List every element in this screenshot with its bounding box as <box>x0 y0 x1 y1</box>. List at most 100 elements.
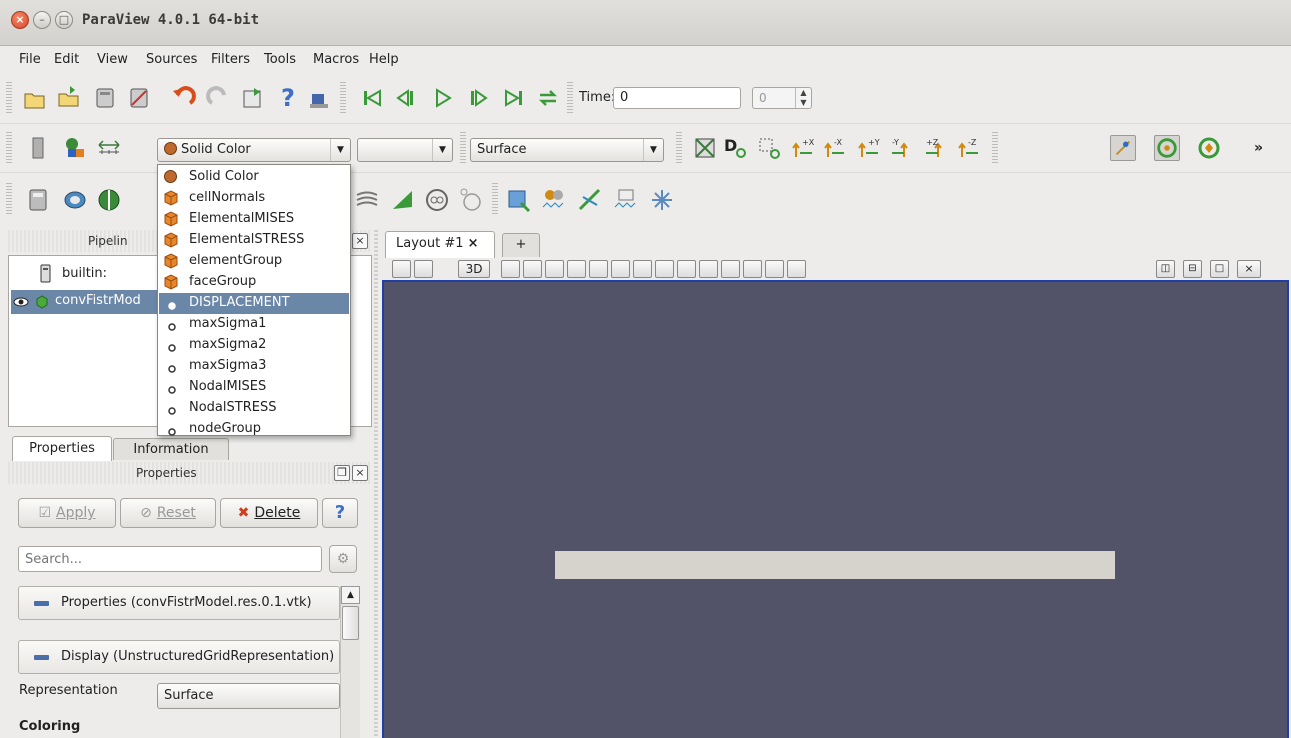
toolbar-handle[interactable] <box>567 82 573 114</box>
redo-icon[interactable] <box>206 85 232 111</box>
menu-filters[interactable]: Filters <box>211 52 250 67</box>
menu-view[interactable]: View <box>97 52 128 67</box>
clip-icon[interactable] <box>96 187 122 213</box>
next-frame-icon[interactable] <box>465 85 491 111</box>
warp-by-vector-icon[interactable] <box>390 187 416 213</box>
open-file-icon[interactable] <box>22 86 48 112</box>
float-panel-icon[interactable]: ❐ <box>334 465 350 481</box>
coloring-combo[interactable]: Solid Color ▼ <box>157 138 351 162</box>
camera-orientation-icon[interactable] <box>1110 135 1136 161</box>
advanced-gear-icon[interactable]: ⚙ <box>329 545 357 573</box>
select-polygon-icon[interactable] <box>611 260 630 278</box>
previous-frame-icon[interactable] <box>395 85 421 111</box>
scrollbar-thumb[interactable] <box>342 606 359 640</box>
view-pos-z-icon[interactable]: +Z <box>924 135 950 161</box>
dropdown-item[interactable]: maxSigma1 <box>159 314 349 335</box>
rotate-about-center-icon[interactable] <box>1154 135 1180 161</box>
close-view-icon[interactable]: × <box>1237 260 1261 278</box>
toolbar-handle[interactable] <box>676 132 682 164</box>
dropdown-item[interactable]: ElementalSTRESS <box>159 230 349 251</box>
play-icon[interactable] <box>430 85 456 111</box>
dropdown-arrow-icon[interactable]: ▼ <box>643 139 663 161</box>
view-pos-y-icon[interactable]: +Y <box>856 135 882 161</box>
dropdown-arrow-icon[interactable]: ▼ <box>330 139 350 161</box>
help-icon[interactable]: ? <box>274 84 300 110</box>
hover-cells-icon[interactable] <box>699 260 718 278</box>
reset-button[interactable]: ⊘ Reset <box>120 498 216 528</box>
tab-properties[interactable]: Properties <box>12 436 112 461</box>
dropdown-item[interactable]: maxSigma2 <box>159 335 349 356</box>
show-center-icon[interactable] <box>692 135 718 161</box>
toolbar-handle[interactable] <box>992 132 998 164</box>
camera-capture-icon[interactable] <box>501 260 520 278</box>
rescale-range-icon[interactable] <box>96 135 122 161</box>
representation-property-combo[interactable]: Surface <box>157 683 340 709</box>
last-frame-icon[interactable] <box>500 85 526 111</box>
extract-selection-icon[interactable] <box>505 187 531 213</box>
maximize-view-icon[interactable]: □ <box>1210 260 1229 278</box>
view-neg-z-icon[interactable]: -Z <box>956 135 982 161</box>
tab-information[interactable]: Information <box>113 438 229 460</box>
select-points-on-icon[interactable]: D <box>722 134 748 160</box>
properties-scrollbar[interactable]: ▲ <box>340 586 360 738</box>
close-window-icon[interactable]: × <box>11 11 29 29</box>
plot-selection-over-time-icon[interactable] <box>541 187 567 213</box>
time-step-spinbox[interactable]: 0 ▲ ▼ <box>752 87 812 109</box>
dropdown-item[interactable]: NodalSTRESS <box>159 398 349 419</box>
dropdown-item[interactable]: ElementalMISES <box>159 209 349 230</box>
split-vertical-icon[interactable]: ⊟ <box>1183 260 1202 278</box>
dropdown-item[interactable]: nodeGroup <box>159 419 349 440</box>
connect-server-icon[interactable] <box>92 85 118 111</box>
dropdown-item[interactable]: cellNormals <box>159 188 349 209</box>
select-cells-on-icon[interactable] <box>523 260 542 278</box>
split-horizontal-icon[interactable]: ◫ <box>1156 260 1175 278</box>
toolbar-overflow-icon[interactable]: » <box>1254 140 1263 156</box>
spin-arrows-icon[interactable]: ▲ ▼ <box>795 88 811 108</box>
representation-combo[interactable]: Surface ▼ <box>470 138 664 162</box>
toolbar-handle[interactable] <box>492 183 498 215</box>
frame-toggle-icon[interactable] <box>787 260 806 278</box>
select-cells-icon[interactable] <box>756 135 782 161</box>
disconnect-server-icon[interactable] <box>126 85 152 111</box>
dropdown-item[interactable]: Solid Color <box>159 167 349 188</box>
section-display[interactable]: Display (UnstructuredGridRepresentation) <box>18 640 340 674</box>
menu-macros[interactable]: Macros <box>313 52 359 67</box>
glyph-icon[interactable] <box>649 187 675 213</box>
first-frame-icon[interactable] <box>360 85 386 111</box>
close-panel-icon[interactable]: × <box>352 465 368 481</box>
extract-level-icon[interactable] <box>458 187 484 213</box>
search-input[interactable] <box>18 546 322 572</box>
select-points-through-icon[interactable] <box>589 260 608 278</box>
time-input[interactable]: 0 <box>613 87 741 109</box>
dropdown-arrow-icon[interactable]: ▼ <box>432 139 452 161</box>
toolbar-handle[interactable] <box>6 183 12 215</box>
toolbar-handle[interactable] <box>6 82 12 114</box>
section-properties[interactable]: Properties (convFistrModel.res.0.1.vtk) <box>18 586 340 620</box>
view-neg-x-icon[interactable]: -X <box>822 135 848 161</box>
maximize-window-icon[interactable]: □ <box>55 11 73 29</box>
save-state-icon[interactable] <box>56 84 82 110</box>
plot-over-line-icon[interactable] <box>577 187 603 213</box>
pipeline-item-builtin[interactable]: builtin: <box>62 266 107 281</box>
grow-selection-icon[interactable] <box>743 260 762 278</box>
contour-icon[interactable] <box>62 187 88 213</box>
calculator-icon[interactable] <box>25 187 51 213</box>
stream-tracer-icon[interactable] <box>354 187 380 213</box>
menu-help[interactable]: Help <box>369 52 399 67</box>
dropdown-item[interactable]: maxSigma3 <box>159 356 349 377</box>
render-view[interactable] <box>382 280 1289 738</box>
clear-selection-icon[interactable] <box>721 260 740 278</box>
close-panel-icon[interactable]: × <box>352 233 368 249</box>
help-button[interactable]: ? <box>322 498 358 528</box>
select-points-on-icon[interactable] <box>545 260 564 278</box>
close-tab-icon[interactable]: × <box>468 236 479 251</box>
toggle-3d-button[interactable]: 3D <box>458 260 490 278</box>
hover-points-icon[interactable] <box>677 260 696 278</box>
visibility-eye-icon[interactable] <box>13 296 29 308</box>
scroll-up-icon[interactable]: ▲ <box>341 586 360 604</box>
minimize-window-icon[interactable]: – <box>33 11 51 29</box>
loop-icon[interactable] <box>535 85 561 111</box>
edit-color-map-icon[interactable] <box>62 135 88 161</box>
reset-camera-icon[interactable] <box>240 85 266 111</box>
menu-sources[interactable]: Sources <box>146 52 197 67</box>
